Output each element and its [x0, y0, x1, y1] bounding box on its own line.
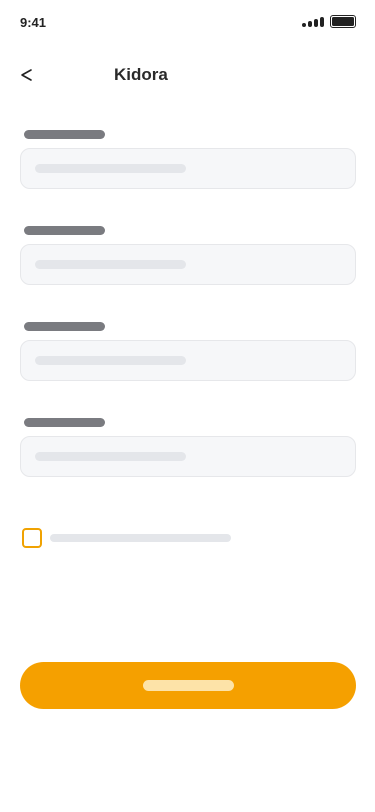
- cellular-signal-icon: [302, 16, 324, 27]
- text-input-2[interactable]: [20, 244, 356, 285]
- input-placeholder-skeleton: [35, 452, 186, 461]
- field-label-skeleton: [24, 322, 105, 331]
- field-label-skeleton: [24, 418, 105, 427]
- nav-bar: Kidora: [0, 56, 375, 92]
- page-title: Kidora: [114, 65, 168, 84]
- battery-level: [332, 17, 354, 26]
- input-placeholder-skeleton: [35, 356, 186, 365]
- status-time: 9:41: [20, 15, 47, 30]
- checkbox-label-skeleton: [50, 534, 231, 542]
- input-placeholder-skeleton: [35, 260, 186, 269]
- field-label-skeleton: [24, 226, 105, 235]
- battery-icon: [330, 15, 356, 28]
- status-indicators: [302, 15, 356, 28]
- text-input-1[interactable]: [20, 148, 356, 189]
- back-button[interactable]: [14, 62, 40, 88]
- chevron-left-icon: [21, 69, 32, 81]
- submit-button[interactable]: [20, 662, 356, 709]
- status-bar: 9:41: [0, 0, 375, 44]
- agree-checkbox[interactable]: [22, 528, 42, 548]
- field-label-skeleton: [24, 130, 105, 139]
- input-placeholder-skeleton: [35, 164, 186, 173]
- text-input-4[interactable]: [20, 436, 356, 477]
- checkbox-row: [22, 528, 262, 548]
- text-input-3[interactable]: [20, 340, 356, 381]
- submit-button-label-skeleton: [142, 680, 234, 691]
